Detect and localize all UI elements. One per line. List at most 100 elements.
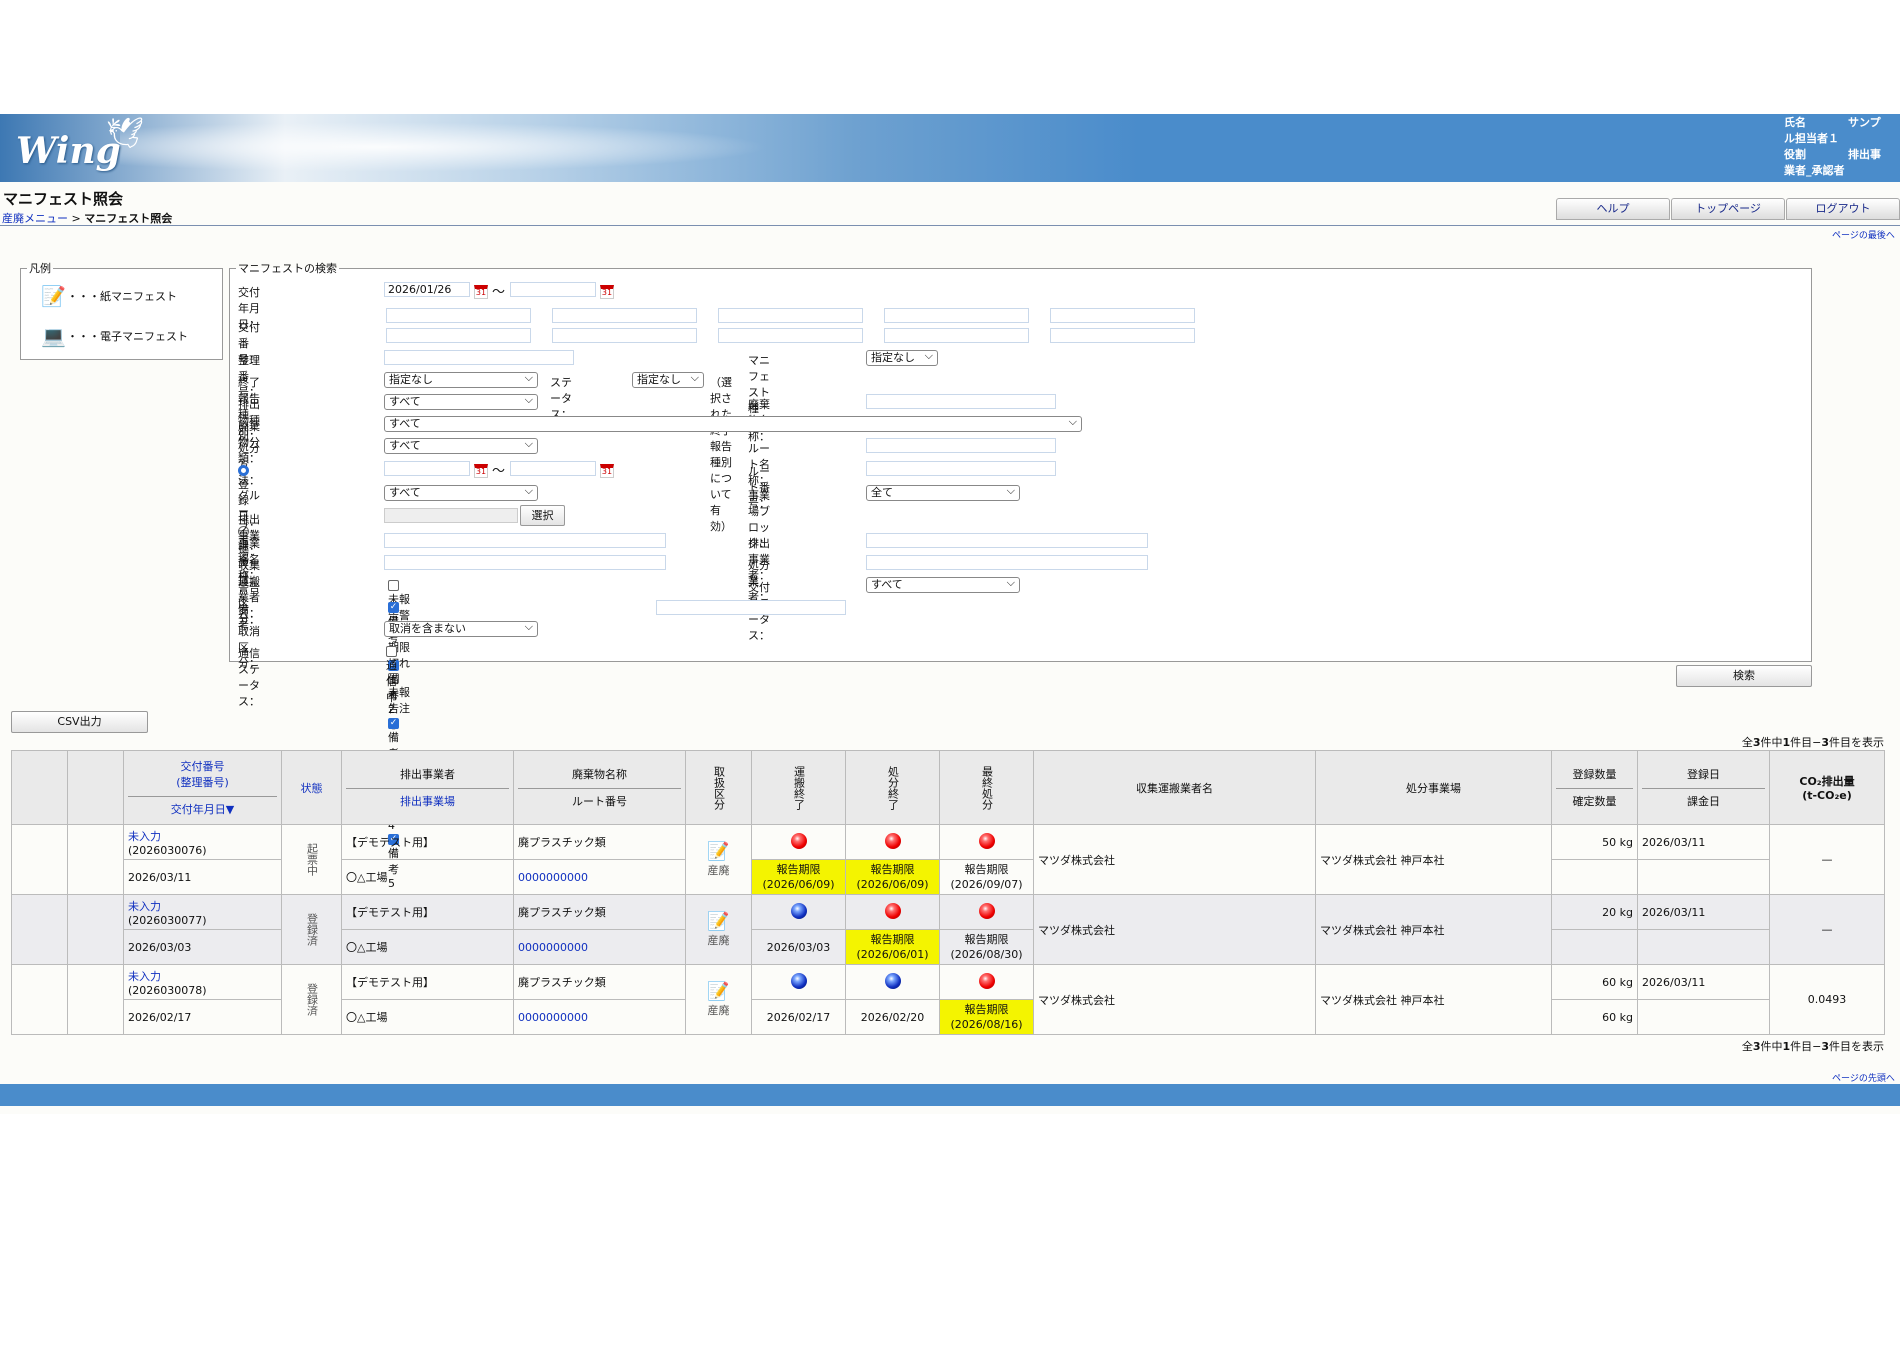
- issue-date-from-input[interactable]: 2026/01/26: [384, 282, 470, 297]
- table-header-row: 交付番号 (整理番号) 交付年月日▼ 状態 排出事業者 排出事業場 廃棄物名称 ルート番…: [11, 750, 1885, 825]
- bill-date-cell: [1637, 859, 1770, 895]
- transport-status-dot-icon: [790, 832, 807, 849]
- group-select[interactable]: すべて: [384, 484, 538, 501]
- row-status-link[interactable]: 未入力: [128, 898, 277, 914]
- header-handle: 取扱区分: [685, 750, 752, 825]
- disposal-method-select[interactable]: すべて: [384, 437, 538, 454]
- row-blank-1: [11, 894, 68, 965]
- final-dot-cell: [939, 894, 1034, 930]
- summary-mid2: 件目−: [1790, 736, 1822, 749]
- site-name-input[interactable]: [384, 533, 666, 548]
- user-info-row: 役割 排出事: [1784, 147, 1900, 163]
- header-issue-no-label[interactable]: 交付番号: [128, 758, 277, 774]
- issue-no-cell[interactable]: 未入力 (2026030078): [123, 964, 282, 1000]
- remark1-checkbox[interactable]: ✓: [388, 601, 399, 613]
- header-qty: 登録数量 確定数量: [1551, 750, 1638, 825]
- collector-cell: マツダ株式会社: [1033, 964, 1316, 1035]
- calendar-icon[interactable]: 31: [600, 464, 614, 478]
- issue-no-input-2[interactable]: [552, 308, 697, 323]
- collector-input[interactable]: [384, 555, 666, 570]
- route-no-cell[interactable]: 0000000000: [513, 929, 686, 965]
- header-state[interactable]: 状態: [281, 750, 342, 825]
- issue-status-select[interactable]: すべて: [866, 576, 1020, 593]
- to-bottom-link[interactable]: ページの最後へ: [1832, 228, 1895, 241]
- header-issue-no[interactable]: 交付番号 (整理番号) 交付年月日▼: [123, 750, 282, 825]
- breadcrumb-parent-link[interactable]: 産廃メニュー: [2, 212, 68, 225]
- paper-manifest-icon: 📝: [707, 841, 730, 862]
- reg-date-from-input[interactable]: [384, 461, 470, 476]
- warning-opt1-checkbox[interactable]: [388, 579, 399, 591]
- waste-name-input[interactable]: [866, 394, 1056, 409]
- logout-button[interactable]: ログアウト: [1786, 198, 1900, 220]
- row-blank-1: [11, 964, 68, 1035]
- emitter-type-select[interactable]: すべて: [384, 393, 538, 410]
- top-page-button[interactable]: トップページ: [1671, 198, 1785, 220]
- reg-date-cell: 2026/03/11: [1637, 824, 1770, 860]
- route-name-input[interactable]: [866, 438, 1056, 453]
- header-reg-qty-label: 登録数量: [1572, 768, 1617, 781]
- final-dot-cell: [939, 964, 1034, 1000]
- issue-no-cell[interactable]: 未入力 (2026030076): [123, 824, 282, 860]
- route-no-cell[interactable]: 0000000000: [513, 999, 686, 1035]
- issue-no-input-7[interactable]: [552, 328, 697, 343]
- issue-date-to-input[interactable]: [510, 282, 596, 297]
- summary-tail: を表示: [1851, 1040, 1884, 1053]
- route-no-input[interactable]: [866, 461, 1056, 476]
- issue-no-input-5[interactable]: [1050, 308, 1195, 323]
- issue-no-input-10[interactable]: [1050, 328, 1195, 343]
- remarks-input[interactable]: [656, 600, 846, 615]
- calendar-icon[interactable]: 31: [600, 285, 614, 299]
- comm-checkbox[interactable]: [386, 645, 397, 657]
- status-select[interactable]: 指定なし: [632, 371, 704, 388]
- disposer-cell: マツダ株式会社 神戸本社: [1315, 964, 1552, 1035]
- handle-cell: 📝 産廃: [685, 824, 752, 895]
- dispose-dot-cell: [845, 894, 940, 930]
- manifest-type-select[interactable]: 指定なし: [866, 349, 938, 366]
- reg-date-cell: 2026/03/11: [1637, 894, 1770, 930]
- legend-item-paper: 📝 ・・・紙マニフェスト: [21, 276, 222, 316]
- issue-no-input-3[interactable]: [718, 308, 863, 323]
- header-issue-date-label[interactable]: 交付年月日▼: [128, 796, 277, 817]
- issue-date-cell: 2026/02/17: [123, 999, 282, 1035]
- issue-no-input-8[interactable]: [718, 328, 863, 343]
- issue-no-input-1[interactable]: [386, 308, 531, 323]
- calendar-icon[interactable]: 31: [474, 285, 488, 299]
- issue-no-input-9[interactable]: [884, 328, 1029, 343]
- header-ref-no-label[interactable]: (整理番号): [128, 774, 277, 790]
- legend-title: 凡例: [29, 262, 51, 275]
- issue-no-input-4[interactable]: [884, 308, 1029, 323]
- cancel-select[interactable]: 取消を含まない: [384, 620, 538, 637]
- header-emit-site-label[interactable]: 排出事業場: [346, 788, 509, 809]
- issue-no-input-6[interactable]: [386, 328, 531, 343]
- co2-cell: —: [1769, 824, 1885, 895]
- row-status-link[interactable]: 未入力: [128, 828, 277, 844]
- row-status-link[interactable]: 未入力: [128, 968, 277, 984]
- dispose-status-dot-icon: [884, 902, 901, 919]
- handle-label: 産廃: [707, 864, 730, 877]
- search-button[interactable]: 検索: [1676, 665, 1812, 687]
- end-report-select[interactable]: 指定なし: [384, 371, 538, 388]
- block-select[interactable]: 全て: [866, 484, 1020, 501]
- route-no-cell[interactable]: 0000000000: [513, 859, 686, 895]
- paper-manifest-icon: 📝: [707, 911, 730, 932]
- to-top-link[interactable]: ページの先頭へ: [1832, 1071, 1895, 1084]
- calendar-icon[interactable]: 31: [474, 464, 488, 478]
- remark3-checkbox[interactable]: ✓: [388, 717, 399, 729]
- select-site-button[interactable]: 選択: [520, 505, 565, 526]
- reg-date-radio[interactable]: [238, 464, 249, 476]
- reg-date-to-input[interactable]: [510, 461, 596, 476]
- handle-cell: 📝 産廃: [685, 964, 752, 1035]
- page-title: マニフェスト照会: [3, 190, 124, 208]
- waste-class-select[interactable]: すべて: [384, 415, 1082, 432]
- issue-no-cell[interactable]: 未入力 (2026030077): [123, 894, 282, 930]
- ref-no-input[interactable]: [384, 350, 574, 365]
- disposer-input[interactable]: [866, 555, 1148, 570]
- header-state-label[interactable]: 状態: [301, 782, 323, 795]
- csv-export-button[interactable]: CSV出力: [11, 711, 148, 733]
- summary-suffix: 件目: [1829, 1040, 1851, 1053]
- help-button[interactable]: ヘルプ: [1556, 198, 1670, 220]
- emitter-input[interactable]: [866, 533, 1148, 548]
- app-header: Wing 🕊 氏名 サンプ ル担当者１ 役割 排出事 業者_承認者: [0, 114, 1900, 182]
- co2-cell: 0.0493: [1769, 964, 1885, 1035]
- result-summary-bottom: 全3件中1件目−3件目を表示: [1742, 1038, 1884, 1054]
